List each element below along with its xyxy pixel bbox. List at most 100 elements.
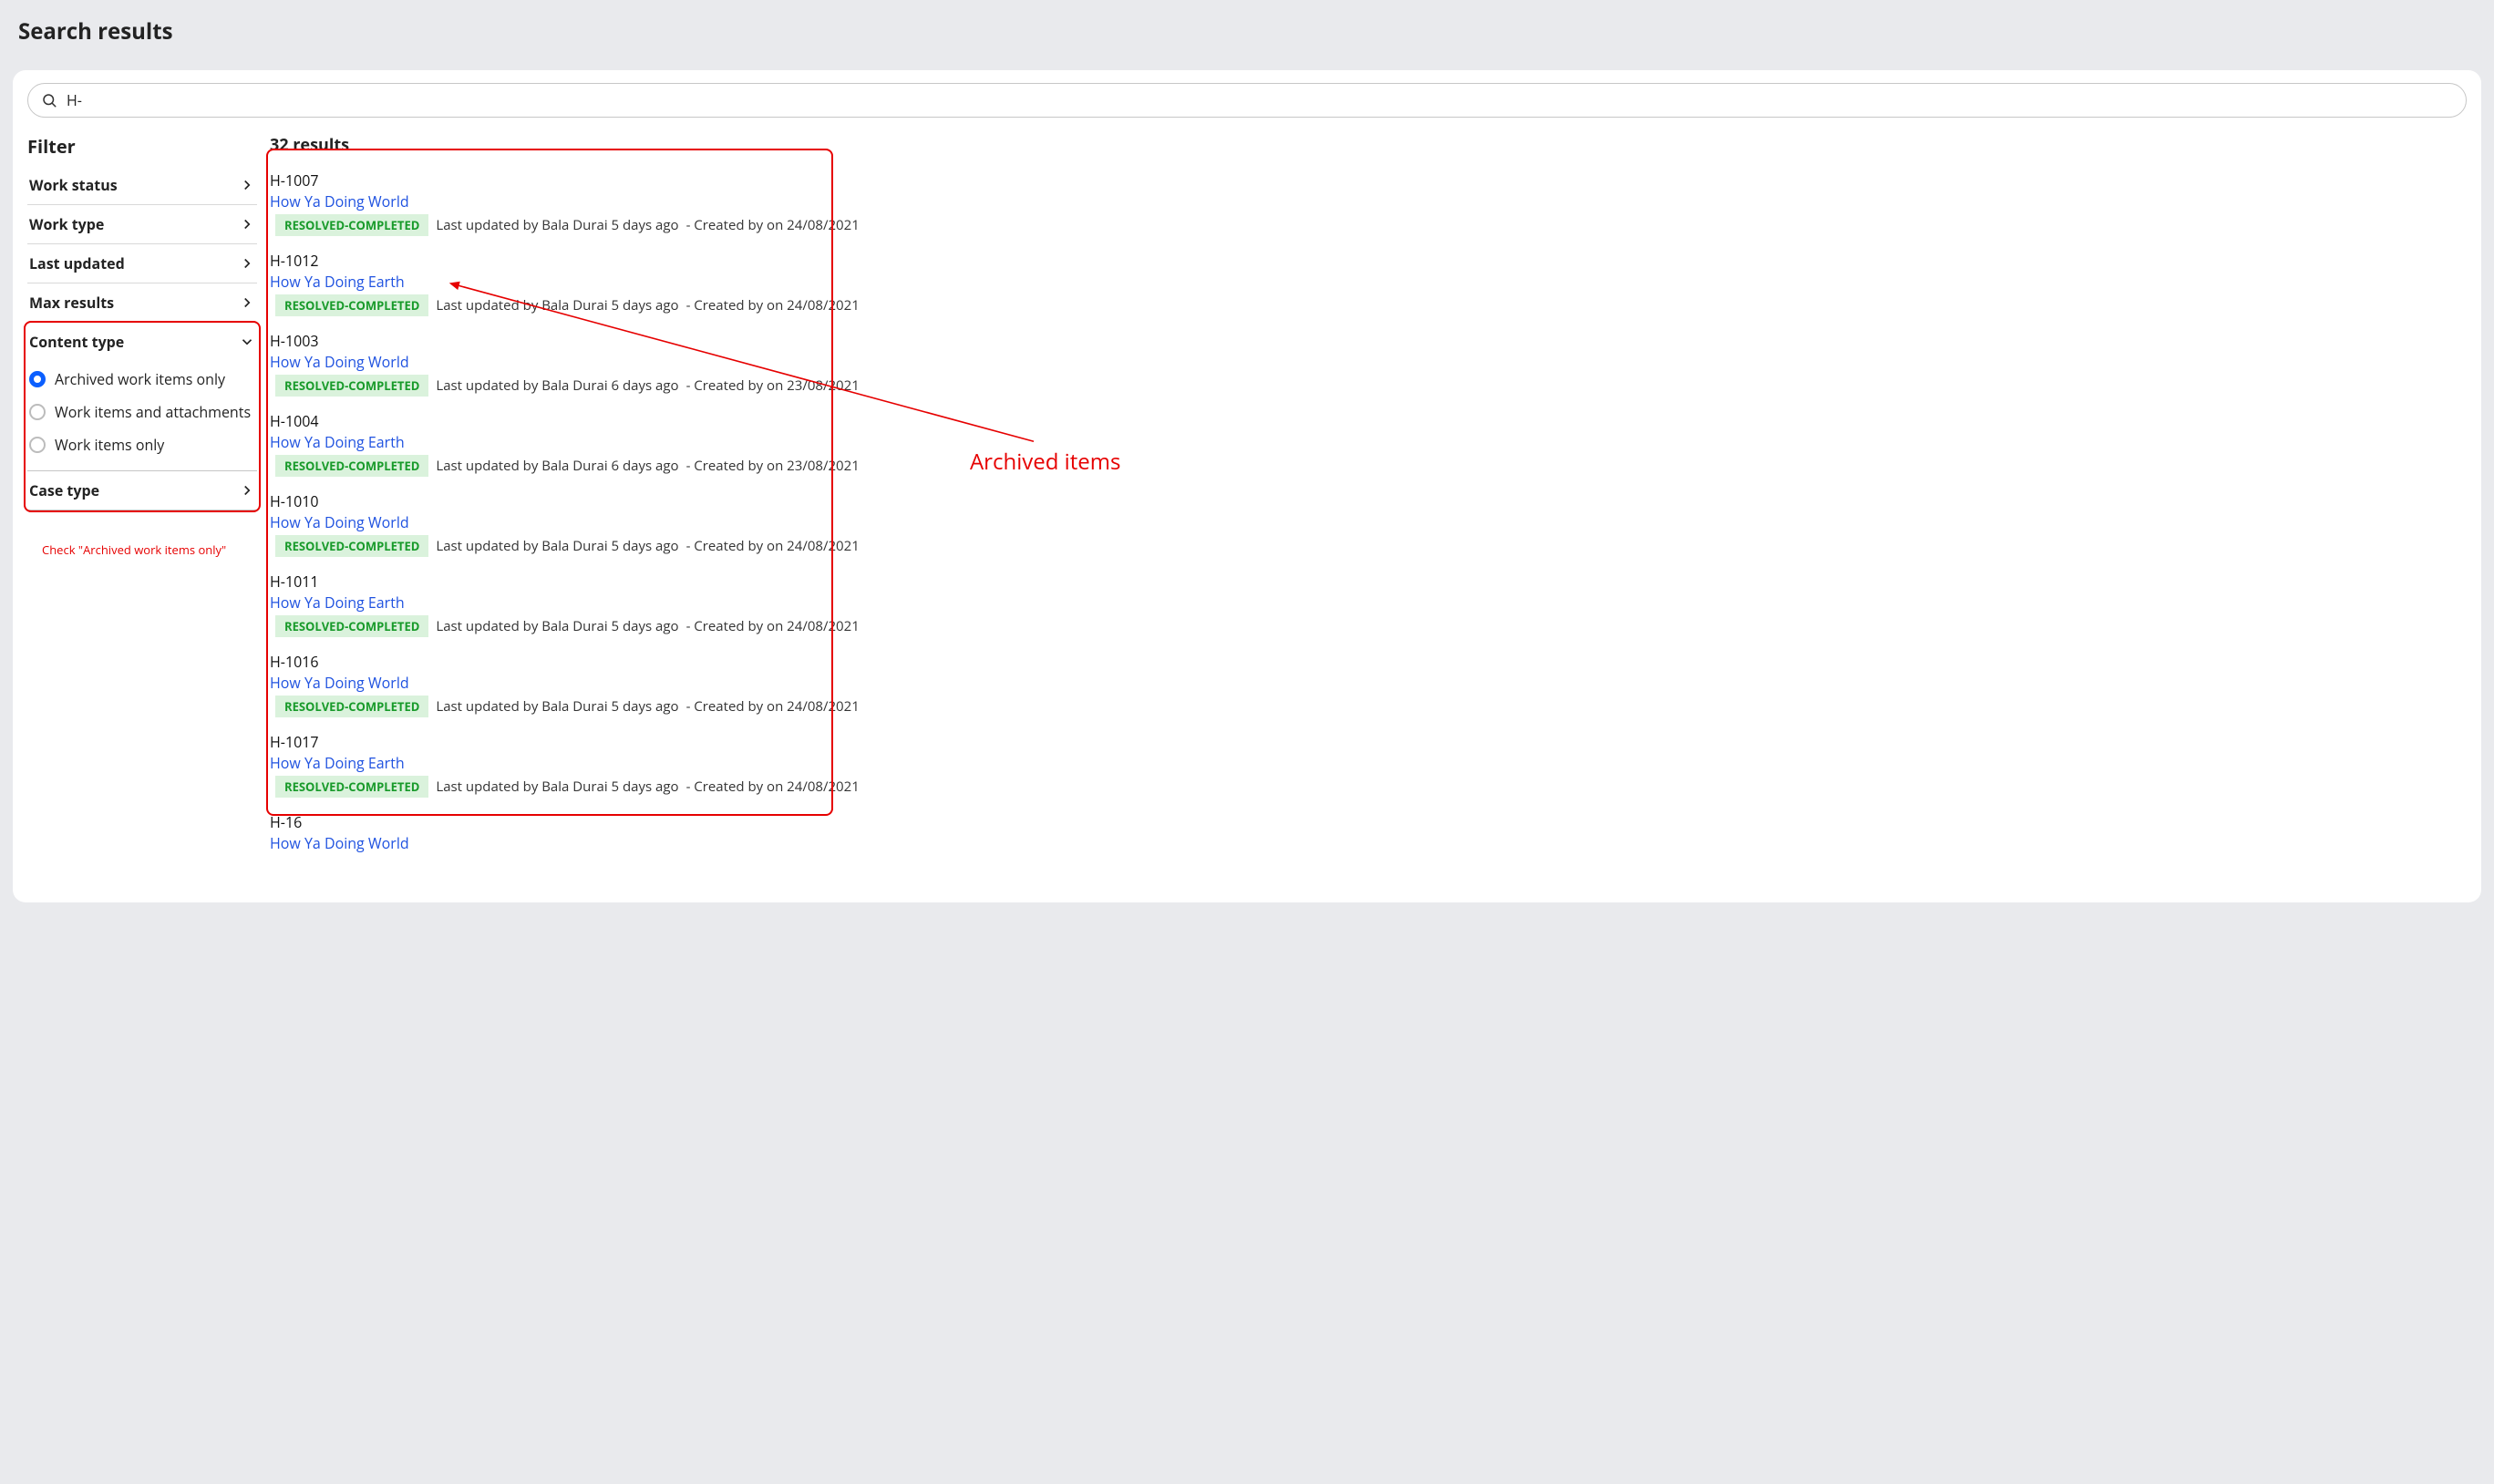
chevron-right-icon (239, 294, 255, 311)
content-type-option[interactable]: Work items and attachments (27, 396, 257, 428)
chevron-right-icon (239, 177, 255, 193)
result-id: H-1017 (270, 732, 2467, 752)
meta-updated-by: Last updated by Bala Durai 5 days ago (436, 617, 678, 635)
radio-icon (29, 404, 46, 420)
results-count: 32 results (270, 129, 2467, 167)
result-item: H-16How Ya Doing World (270, 810, 2467, 866)
filter-section-work-status: Work status (27, 166, 257, 205)
meta-created-by: - Created by on 24/08/2021 (686, 617, 860, 635)
result-title-link[interactable]: How Ya Doing World (270, 512, 409, 532)
result-item: H-1003How Ya Doing World RESOLVED-COMPLET… (270, 329, 2467, 409)
result-id: H-1016 (270, 652, 2467, 672)
status-badge: RESOLVED-COMPLETED (275, 214, 428, 236)
status-badge: RESOLVED-COMPLETED (275, 776, 428, 798)
meta-updated-by: Last updated by Bala Durai 6 days ago (436, 376, 678, 395)
result-meta-row: RESOLVED-COMPLETED Last updated by Bala D… (270, 214, 2467, 236)
filter-header-work-status[interactable]: Work status (27, 166, 257, 204)
result-meta-row: RESOLVED-COMPLETED Last updated by Bala D… (270, 375, 2467, 397)
result-id: H-1003 (270, 331, 2467, 351)
meta-created-by: - Created by on 23/08/2021 (686, 457, 860, 475)
filter-header-content-type[interactable]: Content type (27, 323, 257, 361)
search-icon (41, 92, 57, 108)
meta-created-by: - Created by on 24/08/2021 (686, 697, 860, 716)
meta-created-by: - Created by on 24/08/2021 (686, 216, 860, 234)
result-meta-row: RESOLVED-COMPLETED Last updated by Bala D… (270, 294, 2467, 316)
filter-section-content-type: Content type Archived work items only Wor… (27, 323, 257, 471)
meta-updated-by: Last updated by Bala Durai 5 days ago (436, 296, 678, 314)
filter-label-work-status: Work status (29, 175, 118, 195)
filter-section-last-updated: Last updated (27, 244, 257, 283)
meta-updated-by: Last updated by Bala Durai 6 days ago (436, 457, 678, 475)
result-id: H-1004 (270, 411, 2467, 431)
meta-created-by: - Created by on 24/08/2021 (686, 537, 860, 555)
result-meta-row: RESOLVED-COMPLETED Last updated by Bala D… (270, 535, 2467, 557)
content-type-option-label: Work items and attachments (55, 402, 251, 422)
page-heading: Search results (0, 0, 2494, 70)
result-title-link[interactable]: How Ya Doing World (270, 191, 409, 211)
status-badge: RESOLVED-COMPLETED (275, 535, 428, 557)
meta-created-by: - Created by on 24/08/2021 (686, 296, 860, 314)
filter-header-last-updated[interactable]: Last updated (27, 244, 257, 283)
content-type-option-label: Archived work items only (55, 369, 225, 389)
filter-label-work-type: Work type (29, 214, 104, 234)
filter-label-case-type: Case type (29, 480, 99, 500)
result-item: H-1004How Ya Doing Earth RESOLVED-COMPLET… (270, 409, 2467, 490)
radio-icon (29, 371, 46, 387)
result-id: H-1007 (270, 170, 2467, 191)
filter-label-content-type: Content type (29, 332, 124, 352)
result-item: H-1010How Ya Doing World RESOLVED-COMPLET… (270, 490, 2467, 570)
search-input[interactable] (67, 90, 2453, 110)
result-meta-row: RESOLVED-COMPLETED Last updated by Bala D… (270, 615, 2467, 637)
result-id: H-16 (270, 812, 2467, 832)
status-badge: RESOLVED-COMPLETED (275, 294, 428, 316)
result-id: H-1010 (270, 491, 2467, 511)
result-title-link[interactable]: How Ya Doing Earth (270, 272, 405, 292)
content-type-option[interactable]: Archived work items only (27, 363, 257, 396)
filter-section-work-type: Work type (27, 205, 257, 244)
result-meta-row: RESOLVED-COMPLETED Last updated by Bala D… (270, 776, 2467, 798)
filter-header-work-type[interactable]: Work type (27, 205, 257, 243)
meta-updated-by: Last updated by Bala Durai 5 days ago (436, 216, 678, 234)
meta-updated-by: Last updated by Bala Durai 5 days ago (436, 537, 678, 555)
content-type-option[interactable]: Work items only (27, 428, 257, 461)
status-badge: RESOLVED-COMPLETED (275, 696, 428, 717)
content-type-options: Archived work items only Work items and a… (27, 361, 257, 470)
result-item: H-1017How Ya Doing Earth RESOLVED-COMPLET… (270, 730, 2467, 810)
meta-updated-by: Last updated by Bala Durai 5 days ago (436, 778, 678, 796)
results-list: H-1007How Ya Doing WorldRESOLVED-COMPLET… (270, 167, 2467, 866)
filter-header-case-type[interactable]: Case type (27, 471, 257, 510)
result-title-link[interactable]: How Ya Doing World (270, 352, 409, 372)
result-item: H-1016How Ya Doing World RESOLVED-COMPLET… (270, 650, 2467, 730)
result-item: H-1007How Ya Doing World RESOLVED-COMPLET… (270, 169, 2467, 249)
status-badge: RESOLVED-COMPLETED (275, 615, 428, 637)
chevron-right-icon (239, 482, 255, 499)
filter-section-max-results: Max results (27, 283, 257, 323)
meta-created-by: - Created by on 24/08/2021 (686, 778, 860, 796)
meta-created-by: - Created by on 23/08/2021 (686, 376, 860, 395)
filters-sidebar: Filter Work status Work type (27, 129, 257, 866)
result-title-link[interactable]: How Ya Doing Earth (270, 753, 405, 773)
search-box[interactable] (27, 83, 2467, 118)
result-meta-row: RESOLVED-COMPLETEDLast updated by Bala D… (270, 696, 2467, 717)
result-title-link[interactable]: How Ya Doing World (270, 673, 409, 693)
radio-icon (29, 437, 46, 453)
result-item: H-1012How Ya Doing EarthRESOLVED-COMPLET… (270, 249, 2467, 329)
status-badge: RESOLVED-COMPLETED (275, 455, 428, 477)
status-badge: RESOLVED-COMPLETED (275, 375, 428, 397)
filter-label-last-updated: Last updated (29, 253, 125, 273)
result-meta-row: RESOLVED-COMPLETED Last updated by Bala D… (270, 455, 2467, 477)
result-title-link[interactable]: How Ya Doing World (270, 833, 409, 853)
chevron-right-icon (239, 216, 255, 232)
result-title-link[interactable]: How Ya Doing Earth (270, 432, 405, 452)
filter-header-max-results[interactable]: Max results (27, 283, 257, 322)
result-title-link[interactable]: How Ya Doing Earth (270, 593, 405, 613)
annotation-filter-note: Check "Archived work items only" (42, 541, 257, 558)
result-item: H-1011How Ya Doing EarthRESOLVED-COMPLET… (270, 570, 2467, 650)
chevron-right-icon (239, 255, 255, 272)
content-type-option-label: Work items only (55, 435, 164, 455)
results-panel: Filter Work status Work type (13, 70, 2481, 902)
result-id: H-1011 (270, 572, 2467, 592)
filter-label-max-results: Max results (29, 293, 114, 313)
filter-heading: Filter (27, 129, 257, 166)
filter-section-case-type: Case type (27, 471, 257, 510)
